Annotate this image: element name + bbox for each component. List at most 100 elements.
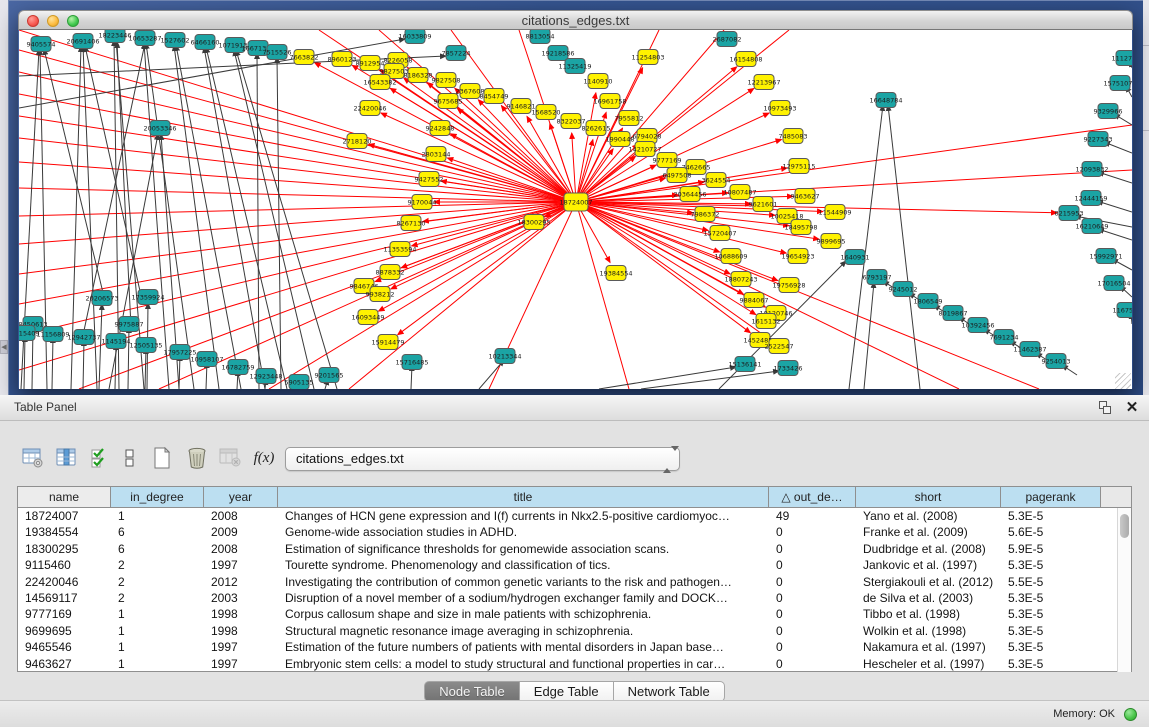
table-row[interactable]: 1456911722003Disruption of a novel membe…	[18, 590, 1131, 606]
graph-node-selected[interactable]: 9777169	[653, 153, 682, 168]
graph-edge[interactable]	[1098, 172, 1132, 183]
tab-network-table[interactable]: Network Table	[614, 681, 725, 702]
graph-edge-selected[interactable]	[19, 188, 576, 202]
graph-node[interactable]: 9405574	[27, 37, 56, 52]
graph-node[interactable]: 16033809	[398, 30, 431, 44]
graph-node-selected[interactable]: 12213967	[747, 75, 780, 90]
graph-edge[interactable]	[179, 355, 180, 389]
graph-node-selected[interactable]: 16154808	[729, 52, 762, 67]
graph-node[interactable]: 1527602	[161, 33, 190, 48]
graph-node-selected[interactable]: 19384554	[599, 266, 632, 281]
graph-node-selected[interactable]: 9938212	[366, 287, 395, 302]
graph-node[interactable]: 6466160	[191, 35, 220, 50]
graph-node[interactable]: 10653287	[128, 31, 161, 46]
graph-node[interactable]: 7515526	[263, 45, 292, 60]
column-header-short[interactable]: short	[856, 487, 1001, 507]
graph-node-selected[interactable]: 8454749	[480, 89, 509, 104]
panel-collapse-arrow-icon[interactable]: ◀	[0, 340, 8, 354]
graph-edge[interactable]	[1097, 201, 1132, 212]
network-canvas[interactable]: 1872400776638228960123891295482260589827…	[19, 30, 1132, 389]
graph-node[interactable]: 7691234	[990, 330, 1019, 345]
table-row[interactable]: 946362711997Embryonic stem cells: a mode…	[18, 656, 1131, 672]
column-header-year[interactable]: year	[204, 487, 278, 507]
column-header-title[interactable]: title	[278, 487, 769, 507]
graph-node[interactable]: 16648784	[869, 93, 902, 108]
graph-node-selected[interactable]: 6497508	[663, 168, 692, 183]
tab-node-table[interactable]: Node Table	[424, 681, 520, 702]
graph-node[interactable]: 18223446	[98, 30, 131, 43]
graph-node[interactable]: 5905135	[285, 375, 314, 390]
graph-node-selected[interactable]: 1140910	[584, 74, 613, 89]
graph-edge[interactable]	[277, 57, 281, 389]
graph-node-selected[interactable]: 15720407	[703, 226, 736, 241]
graph-node-selected[interactable]: 9884067	[740, 293, 769, 308]
graph-node-selected[interactable]: 19756928	[772, 278, 805, 293]
graph-node[interactable]: 10213344	[488, 349, 521, 364]
table-row[interactable]: 2242004622012Investigating the contribut…	[18, 574, 1131, 590]
graph-node[interactable]: 17016504	[1097, 276, 1130, 291]
graph-node[interactable]: 1806549	[914, 294, 943, 309]
graph-node-selected[interactable]: 7485083	[779, 129, 808, 144]
graph-node[interactable]: 2687082	[713, 32, 742, 47]
graph-node[interactable]: 9227343	[1084, 132, 1113, 147]
graph-node-selected[interactable]: 18724007	[559, 193, 592, 211]
graph-edge[interactable]	[115, 344, 116, 389]
graph-node[interactable]: 15716485	[395, 355, 428, 370]
graph-node[interactable]: 20053346	[143, 121, 176, 136]
graph-node-selected[interactable]: 9170044	[408, 195, 437, 210]
graph-node[interactable]: 9201565	[315, 368, 344, 383]
graph-node[interactable]: 15992971	[1089, 249, 1122, 264]
graph-node[interactable]: 1167533	[1113, 303, 1132, 318]
scrollbar-thumb[interactable]	[1120, 514, 1129, 538]
table-row[interactable]: 1938455462009Genome-wide association stu…	[18, 524, 1131, 540]
function-builder-icon[interactable]: f(x)	[251, 445, 277, 471]
graph-node[interactable]: 1640931	[841, 250, 870, 265]
rows-icon[interactable]	[117, 445, 143, 471]
new-table-icon[interactable]	[149, 445, 175, 471]
graph-node-selected[interactable]: 8186328	[404, 68, 433, 83]
graph-edge[interactable]	[83, 340, 84, 389]
column-header-pagerank[interactable]: pagerank	[1001, 487, 1101, 507]
graph-edge-selected[interactable]	[19, 202, 576, 336]
graph-node-selected[interactable]: 9899695	[817, 234, 846, 249]
graph-edge[interactable]	[236, 50, 337, 389]
graph-node-selected[interactable]: 7955812	[615, 111, 644, 126]
graph-edge-selected[interactable]	[381, 113, 576, 202]
float-window-icon[interactable]	[1097, 400, 1115, 416]
table-row[interactable]: 969969511998Structural magnetic resonanc…	[18, 623, 1131, 639]
graph-node-selected[interactable]: 19654923	[781, 249, 814, 264]
graph-node-selected[interactable]: 8878332	[376, 265, 405, 280]
graph-edge[interactable]	[117, 42, 131, 327]
graph-node[interactable]: 9975887	[115, 317, 144, 332]
graph-node-selected[interactable]: 9827508	[432, 73, 461, 88]
column-header-out_de[interactable]: △ out_de…	[769, 487, 856, 507]
graph-node-selected[interactable]: 1615132	[752, 314, 781, 329]
graph-edge[interactable]	[864, 282, 874, 389]
graph-edge[interactable]	[176, 45, 241, 389]
graph-node[interactable]: 11462387	[1013, 342, 1046, 357]
delete-table-icon[interactable]	[217, 445, 243, 471]
table-row[interactable]: 977716911998Corpus callosum shape and si…	[18, 606, 1131, 622]
graph-edge-selected[interactable]	[19, 202, 576, 216]
graph-node-selected[interactable]: 9675685	[434, 94, 463, 109]
graph-node-selected[interactable]: 16093449	[351, 310, 384, 325]
select-all-icon[interactable]	[87, 445, 113, 471]
column-header-name[interactable]: name	[18, 487, 111, 507]
graph-node-selected[interactable]: 1990448	[606, 132, 635, 147]
graph-edge[interactable]	[174, 45, 219, 389]
graph-node[interactable]: 9254013	[1042, 354, 1071, 369]
table-row[interactable]: 946554611997Estimation of the future num…	[18, 639, 1131, 655]
graph-node[interactable]: 9245012	[889, 282, 918, 297]
graph-node-selected[interactable]: 2718120	[343, 134, 372, 149]
graph-node[interactable]: 10392456	[961, 318, 994, 333]
graph-node-selected[interactable]: 9242848	[426, 121, 455, 136]
graph-edge[interactable]	[641, 371, 779, 389]
graph-node[interactable]: 8215953	[1055, 206, 1084, 221]
graph-edge[interactable]	[145, 348, 146, 389]
graph-node-selected[interactable]: 9621601	[749, 197, 778, 212]
graph-edge[interactable]	[206, 47, 287, 389]
table-row[interactable]: 911546021997Tourette syndrome. Phenomeno…	[18, 557, 1131, 573]
graph-node-selected[interactable]: 11353594	[383, 242, 416, 257]
graph-node-selected[interactable]: 2522547	[765, 339, 794, 354]
graph-node[interactable]: 20206573	[85, 291, 118, 306]
